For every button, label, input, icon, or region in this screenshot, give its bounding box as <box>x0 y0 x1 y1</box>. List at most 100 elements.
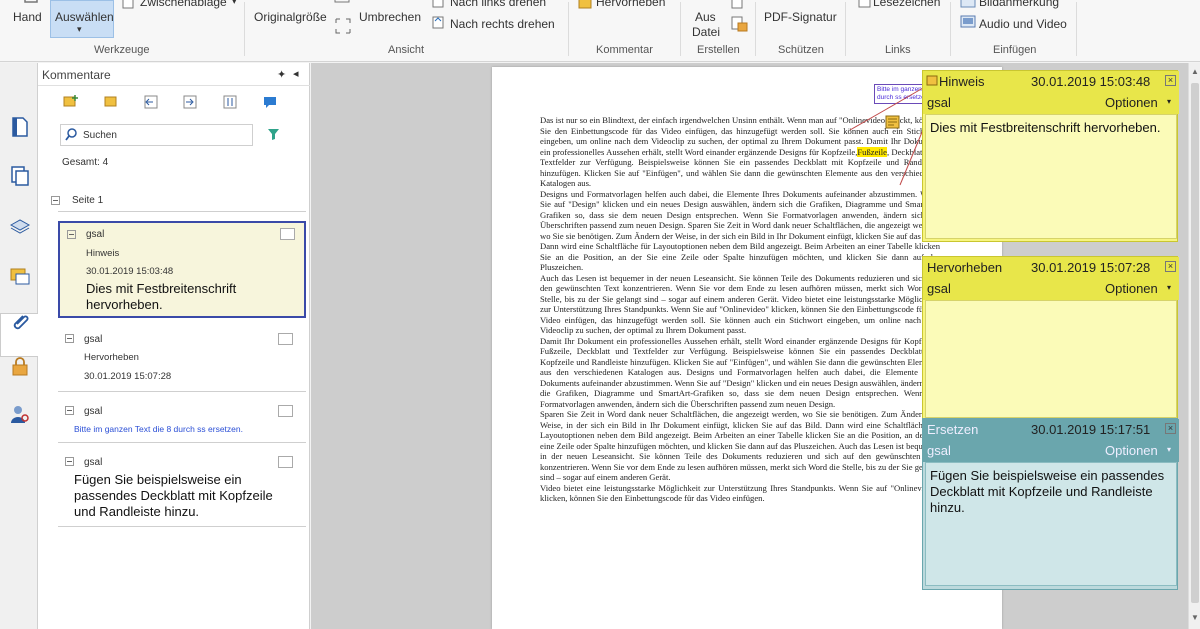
comment-checkbox[interactable] <box>278 333 293 345</box>
search-input[interactable]: Suchen <box>60 124 253 146</box>
comment-item-selected[interactable]: gsal Hinweis 30.01.2019 15:03:48 Dies mi… <box>58 221 306 318</box>
hand-icon <box>24 0 38 3</box>
navigation-sidebar <box>0 63 38 629</box>
bookmark-button[interactable]: Lesezeichen <box>873 0 940 9</box>
layers-icon[interactable] <box>9 213 31 235</box>
rotate-left-icon <box>432 0 444 8</box>
highlight-button[interactable]: Hervorheben <box>596 0 665 9</box>
create-icon[interactable] <box>731 0 745 10</box>
note-options-button[interactable]: Optionen <box>1105 281 1158 296</box>
sort-comments-icon[interactable] <box>222 94 238 110</box>
note-header[interactable]: Hinweis 30.01.2019 15:03:48 × <box>923 71 1179 92</box>
note-type: Hervorheben <box>927 260 1003 275</box>
note-body-textarea[interactable]: Dies mit Festbreitenschrift hervorheben. <box>925 114 1177 239</box>
add-comment-icon[interactable] <box>63 94 79 110</box>
note-header[interactable]: Ersetzen 30.01.2019 15:17:51 × <box>923 419 1179 440</box>
lock-icon[interactable] <box>9 355 31 377</box>
ribbon-separator <box>244 2 245 56</box>
show-comments-icon[interactable] <box>262 94 278 110</box>
clipboard-button[interactable]: Zwischenablage <box>140 0 227 9</box>
search-person-icon[interactable] <box>9 403 31 425</box>
group-create-label: Erstellen <box>697 44 740 56</box>
from-file-button-line2[interactable]: Datei <box>692 25 720 39</box>
collapse-panel-icon[interactable]: ◂ <box>293 67 299 80</box>
clipboard-icon <box>122 0 134 9</box>
note-header[interactable]: Hervorheben 30.01.2019 15:07:28 × <box>923 257 1179 278</box>
pin-panel-icon[interactable]: ✦ <box>277 68 286 81</box>
note-options-button[interactable]: Optionen <box>1105 95 1158 110</box>
create-pdf-icon[interactable] <box>731 15 749 33</box>
note-popup-hinweis[interactable]: Hinweis 30.01.2019 15:03:48 × gsal Optio… <box>922 70 1179 242</box>
comment-author: gsal <box>84 457 103 468</box>
comment-checkbox[interactable] <box>278 456 293 468</box>
note-subheader: gsal Optionen ▾ <box>923 278 1179 300</box>
page-thumbnails-icon[interactable] <box>9 116 31 138</box>
group-protect-label: Schützen <box>778 44 824 56</box>
rotate-right-button[interactable]: Nach rechts drehen <box>450 17 555 31</box>
scrollbar-thumb[interactable] <box>1191 83 1199 603</box>
comment-author: gsal <box>86 229 105 240</box>
note-body-textarea[interactable] <box>925 300 1177 418</box>
actual-size-button[interactable]: Originalgröße <box>254 10 327 24</box>
comment-item[interactable]: gsal Hervorheben 30.01.2019 15:07:28 <box>58 325 306 392</box>
chevron-down-icon[interactable]: ▾ <box>1167 283 1171 292</box>
wrap-icon[interactable] <box>334 17 352 35</box>
doc-paragraph: Video bietet eine leistungsstarke Möglic… <box>540 482 940 504</box>
doc-paragraph: Auch das Lesen ist bequemer in der neuen… <box>540 272 940 336</box>
note-author: gsal <box>927 443 951 458</box>
note-popup-hervorheben[interactable]: Hervorheben 30.01.2019 15:07:28 × gsal O… <box>922 256 1179 422</box>
ribbon-separator <box>755 2 756 56</box>
pdf-signature-button[interactable]: PDF-Signatur <box>764 10 837 24</box>
rotate-right-icon <box>432 16 444 29</box>
page-collapse-toggle[interactable] <box>51 196 60 205</box>
ribbon-separator <box>1076 2 1077 56</box>
select-button[interactable]: Auswählen <box>55 10 114 24</box>
close-icon[interactable]: × <box>1165 423 1176 434</box>
comment-item[interactable]: gsal Fügen Sie beispielsweise ein passen… <box>58 448 306 527</box>
note-icon <box>926 75 938 86</box>
wrap-button[interactable]: Umbrechen <box>359 10 421 24</box>
select-dropdown-icon[interactable]: ▾ <box>77 24 82 35</box>
note-popup-ersetzen[interactable]: Ersetzen 30.01.2019 15:17:51 × gsal Opti… <box>922 418 1179 590</box>
import-comments-icon[interactable] <box>143 94 159 110</box>
note-options-button[interactable]: Optionen <box>1105 443 1158 458</box>
comments-icon[interactable] <box>9 266 31 288</box>
hand-button[interactable]: Hand <box>13 10 42 24</box>
chevron-down-icon[interactable]: ▾ <box>1167 97 1171 106</box>
note-subheader: gsal Optionen ▾ <box>923 440 1179 462</box>
scroll-down-icon[interactable]: ▼ <box>1191 613 1199 622</box>
filter-icon[interactable] <box>267 128 280 141</box>
comment-checkbox[interactable] <box>280 228 295 240</box>
from-file-button-line1[interactable]: Aus <box>695 10 716 24</box>
image-annotation-button[interactable]: Bildanmerkung <box>979 0 1059 9</box>
comment-checkbox[interactable] <box>278 405 293 417</box>
note-subheader: gsal Optionen ▾ <box>923 92 1179 114</box>
group-links-label: Links <box>885 44 911 56</box>
comment-item[interactable]: gsal Bitte im ganzen Text die 8 durch ss… <box>58 396 306 443</box>
note-body-textarea[interactable]: Fügen Sie beispielsweise ein passendes D… <box>925 462 1177 586</box>
layers-pages-icon[interactable] <box>9 165 31 187</box>
comment-expand-toggle[interactable] <box>65 334 74 343</box>
highlight-icon <box>578 0 592 9</box>
group-tools-label: Werkzeuge <box>94 44 150 56</box>
comment-text: Dies mit Festbreitenschrift hervorheben. <box>86 281 237 312</box>
note-type: Ersetzen <box>927 422 979 437</box>
close-icon[interactable]: × <box>1165 261 1176 272</box>
reply-comment-icon[interactable] <box>104 94 120 110</box>
comment-expand-toggle[interactable] <box>65 406 74 415</box>
scroll-up-icon[interactable]: ▲ <box>1191 67 1199 76</box>
chevron-down-icon[interactable]: ▾ <box>1167 445 1171 454</box>
clipboard-dropdown-icon[interactable]: ▾ <box>232 0 237 7</box>
export-comments-icon[interactable] <box>182 94 198 110</box>
comment-expand-toggle[interactable] <box>67 230 76 239</box>
close-icon[interactable]: × <box>1165 75 1176 86</box>
vertical-scrollbar[interactable]: ▲ ▼ <box>1188 63 1200 629</box>
image-annotation-icon <box>960 0 976 8</box>
attachment-icon[interactable] <box>9 312 31 334</box>
rotate-left-button[interactable]: Nach links drehen <box>450 0 546 9</box>
fit-page-icon[interactable] <box>334 0 350 6</box>
comment-date: 30.01.2019 15:03:48 <box>86 266 174 277</box>
ribbon-separator <box>680 2 681 56</box>
comment-expand-toggle[interactable] <box>65 457 74 466</box>
audio-video-button[interactable]: Audio und Video <box>979 17 1067 31</box>
